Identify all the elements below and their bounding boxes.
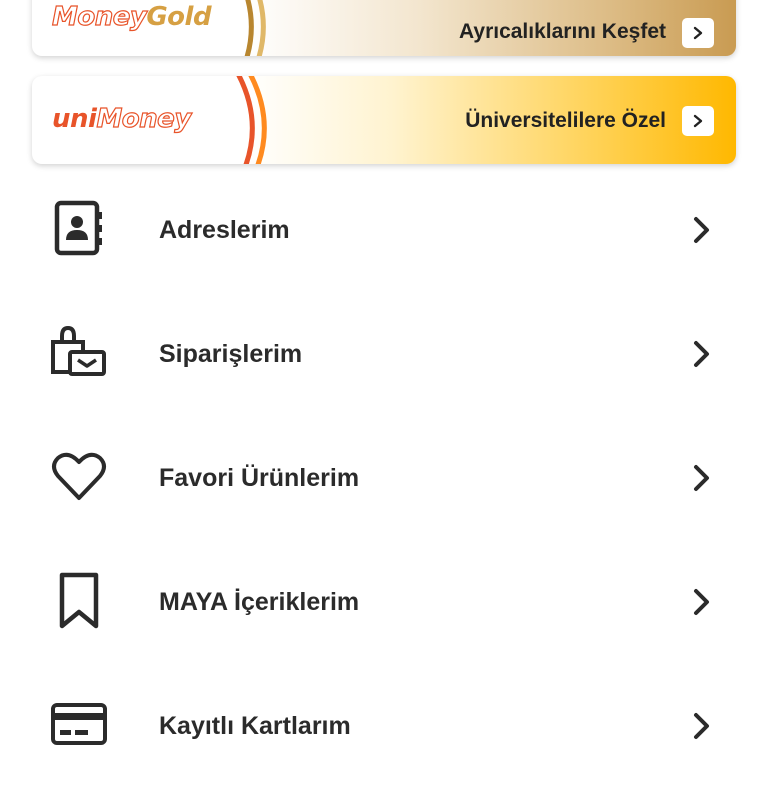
chevron-right-icon: [694, 713, 709, 739]
menu-item-favori-urunlerim[interactable]: Favori Ürünlerim: [0, 416, 768, 540]
credit-card-icon: [51, 703, 107, 745]
chevron-right-icon: [693, 26, 703, 40]
menu-item-adreslerim[interactable]: Adreslerim: [0, 168, 768, 292]
money-gold-chevron-button[interactable]: [682, 18, 714, 48]
uni-money-logo: uniMoney: [52, 103, 192, 134]
money-gold-cta-text: Ayrıcalıklarını Keşfet: [459, 20, 666, 43]
menu-item-label: Kayıtlı Kartlarım: [159, 712, 351, 740]
menu-item-label: Adreslerim: [159, 216, 290, 244]
heart-icon: [52, 452, 106, 500]
uni-money-cta-text: Üniversitelilere Özel: [465, 109, 666, 132]
gold-arc-decoration: [244, 0, 266, 56]
menu-item-label: Favori Ürünlerim: [159, 464, 360, 492]
uni-arc-decoration: [236, 76, 267, 164]
chevron-right-icon: [694, 217, 709, 243]
money-gold-logo: MoneyGold: [51, 1, 212, 32]
chevron-right-icon: [694, 465, 709, 491]
menu-item-maya-iceriklerim[interactable]: MAYA İçeriklerim: [0, 540, 768, 664]
shopping-bag-icon: [51, 325, 106, 376]
chevron-right-icon: [693, 114, 703, 128]
menu-item-siparislerim[interactable]: Siparişlerim: [0, 292, 768, 416]
menu-item-kayitli-kartlarim[interactable]: Kayıtlı Kartlarım: [0, 664, 768, 788]
chevron-right-icon: [694, 589, 709, 615]
money-gold-banner[interactable]: MoneyGold Ayrıcalıklarını Keşfet: [32, 0, 736, 56]
uni-money-banner[interactable]: uniMoney Üniversitelilere Özel: [32, 76, 736, 164]
chevron-right-icon: [694, 341, 709, 367]
menu-item-label: MAYA İçeriklerim: [159, 588, 360, 616]
menu-item-label: Siparişlerim: [159, 340, 303, 368]
bookmark-icon: [59, 572, 99, 629]
uni-money-chevron-button[interactable]: [682, 106, 714, 136]
address-book-icon: [54, 200, 102, 256]
